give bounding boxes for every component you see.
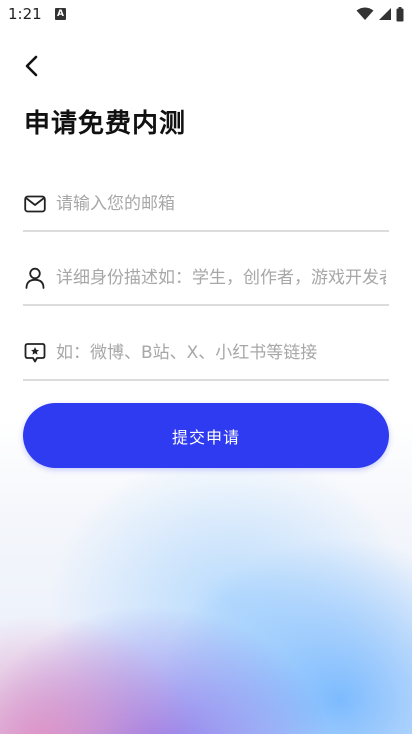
status-indicators xyxy=(356,6,404,22)
mail-icon xyxy=(23,192,47,216)
identity-description-input[interactable] xyxy=(56,262,386,294)
app-notification-icon: A xyxy=(55,8,66,20)
person-icon xyxy=(23,266,47,290)
chat-star-icon xyxy=(23,341,47,365)
status-bar: 1:21 A xyxy=(0,0,412,28)
wifi-icon xyxy=(356,7,374,20)
status-time: 1:21 xyxy=(8,5,42,23)
submit-application-button[interactable]: 提交申请 xyxy=(23,403,389,468)
back-button[interactable] xyxy=(16,50,48,82)
social-link-input[interactable] xyxy=(56,337,386,369)
email-input[interactable] xyxy=(56,188,386,220)
page-title: 申请免费内测 xyxy=(24,109,187,139)
email-field[interactable] xyxy=(23,182,389,232)
battery-icon xyxy=(396,6,404,21)
identity-description-field[interactable] xyxy=(23,256,389,306)
signal-icon xyxy=(379,8,391,20)
social-link-field[interactable] xyxy=(23,331,389,381)
chevron-left-icon xyxy=(25,55,38,77)
